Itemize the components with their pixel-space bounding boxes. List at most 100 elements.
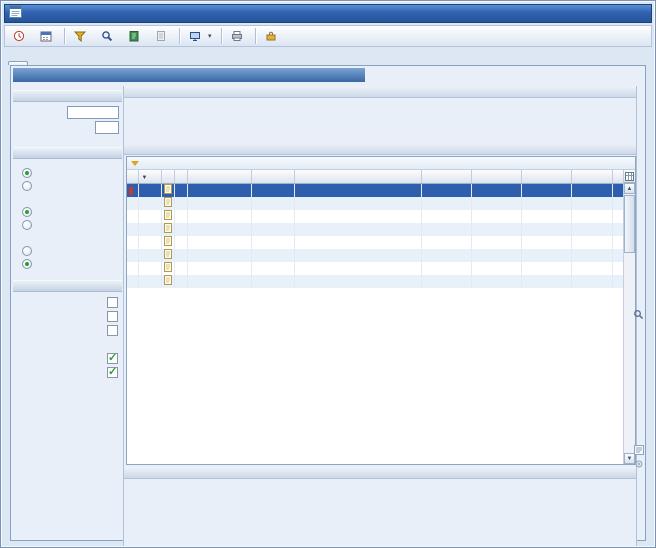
main-area: ▼	[123, 86, 637, 546]
table-row[interactable]	[127, 183, 624, 197]
bis-periode-input[interactable]	[95, 121, 119, 134]
sort-desc-icon: ▼	[142, 175, 148, 181]
column-header-m[interactable]	[127, 170, 138, 183]
cell	[421, 262, 471, 275]
column-header-b[interactable]	[174, 170, 187, 183]
cell	[187, 197, 251, 210]
column-header-buchungsdatum[interactable]	[187, 170, 251, 183]
checkbox-fremdwaehrung[interactable]	[13, 295, 122, 309]
gear-icon[interactable]	[633, 458, 644, 469]
cell	[138, 275, 161, 288]
cell	[174, 262, 187, 275]
radio-group-stapelbuchungen	[13, 162, 122, 192]
radio-nicht-anzeigen[interactable]	[13, 179, 122, 192]
checkbox-alle-perioden-1-14[interactable]	[13, 365, 122, 379]
zv-posten-button[interactable]	[149, 27, 176, 45]
cell	[421, 275, 471, 288]
cell	[521, 262, 571, 275]
cell	[471, 210, 521, 223]
cell	[471, 223, 521, 236]
document-icon	[164, 236, 173, 246]
cell	[138, 210, 161, 223]
extras-button[interactable]	[259, 27, 286, 45]
selektion-button[interactable]	[68, 27, 95, 45]
cell	[251, 236, 294, 249]
checkbox-icon	[107, 325, 118, 336]
bis-periode-field-row	[13, 120, 122, 135]
cell	[294, 223, 421, 236]
table-row[interactable]	[127, 210, 624, 223]
cell	[421, 249, 471, 262]
cell	[421, 197, 471, 210]
periode-button[interactable]	[7, 27, 34, 45]
app-icon	[9, 5, 22, 23]
cell	[251, 223, 294, 236]
jahr-button[interactable]	[34, 27, 61, 45]
radio-anzeigen[interactable]	[13, 205, 122, 218]
cell	[521, 183, 571, 197]
drucken-button[interactable]	[225, 27, 252, 45]
cell	[471, 197, 521, 210]
radio-icon	[22, 168, 32, 178]
vertical-scrollbar[interactable]: ▲ ▼	[623, 183, 635, 464]
spacer	[13, 337, 122, 351]
radio-anzeigen[interactable]	[13, 166, 122, 179]
cell	[251, 183, 294, 197]
column-header-st[interactable]	[161, 170, 174, 183]
scroll-up-icon[interactable]: ▲	[624, 183, 635, 194]
primanota-button[interactable]	[122, 27, 149, 45]
column-header-betrag-soll[interactable]	[421, 170, 471, 183]
document-icon	[164, 223, 173, 233]
cell	[251, 210, 294, 223]
konto-input[interactable]	[67, 106, 119, 119]
table-row[interactable]	[127, 249, 624, 262]
list-icon[interactable]	[633, 444, 644, 455]
sidebar	[13, 86, 122, 538]
section-header-selektion	[13, 147, 122, 159]
cell	[138, 183, 161, 197]
cell	[138, 236, 161, 249]
checkbox-alle-perioden-1-13[interactable]	[13, 351, 122, 365]
checkbox-abstimmen-op[interactable]	[13, 323, 122, 337]
cell	[471, 183, 521, 197]
table-row[interactable]	[127, 197, 624, 210]
column-header-gegenkonto[interactable]	[571, 170, 612, 183]
suchen-button[interactable]	[95, 27, 122, 45]
column-chooser-button[interactable]	[623, 170, 635, 183]
scrollbar-thumb[interactable]	[624, 195, 635, 253]
monitor-icon	[189, 30, 201, 42]
document-stack-icon	[155, 30, 167, 42]
radio-nicht-anzeigen[interactable]	[13, 218, 122, 231]
column-header-beleg-nr[interactable]	[251, 170, 294, 183]
cell	[571, 183, 612, 197]
bookings-table: ▼	[127, 170, 625, 288]
ansicht-button[interactable]: ▾	[183, 27, 218, 45]
checkbox-abstimmen-eb[interactable]	[13, 309, 122, 323]
table-row[interactable]	[127, 236, 624, 249]
radio-anzeigen[interactable]	[13, 244, 122, 257]
column-header-laufsaldo[interactable]	[521, 170, 571, 183]
tab-allgemein[interactable]	[8, 61, 28, 65]
cell	[174, 236, 187, 249]
column-header-pos[interactable]: ▼	[138, 170, 161, 183]
titlebar[interactable]	[4, 4, 652, 23]
content-panel: ▼	[10, 65, 646, 541]
cell	[187, 236, 251, 249]
table-row[interactable]	[127, 275, 624, 288]
table-row[interactable]	[127, 262, 624, 275]
printer-icon	[231, 30, 243, 42]
jahresverkehrszahlen-alt	[124, 86, 636, 143]
document-icon	[164, 210, 173, 220]
cell	[161, 236, 174, 249]
column-header-betrag-haben[interactable]	[471, 170, 521, 183]
zoom-icon[interactable]	[633, 309, 644, 320]
column-header-buchungstext[interactable]	[294, 170, 421, 183]
toolbar-separator	[221, 28, 222, 44]
cell	[187, 223, 251, 236]
table-row[interactable]	[127, 223, 624, 236]
filter-bar[interactable]	[127, 157, 635, 170]
radio-nicht-anzeigen[interactable]	[13, 257, 122, 270]
calendar-icon	[40, 30, 52, 42]
cell	[174, 275, 187, 288]
konto-field-row	[13, 105, 122, 120]
